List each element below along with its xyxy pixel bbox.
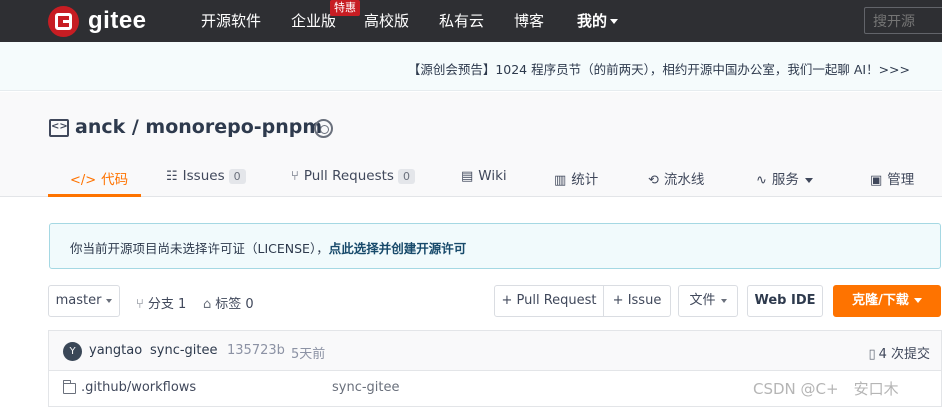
branches-link[interactable]: ⑂ 分支 1 <box>136 293 186 312</box>
folder-icon <box>62 380 76 394</box>
nav-open-source[interactable]: 开源软件 <box>201 10 261 31</box>
certified-badge-icon[interactable] <box>314 119 333 138</box>
project-header: <> anck / monorepo-pnpm </> 代码 ☷ Issues 0 ⑂… <box>0 92 942 197</box>
branch-select[interactable]: master <box>48 285 120 317</box>
tab-manage[interactable]: ▣ 管理 <box>870 162 914 197</box>
latest-commit-bar: Y yangtao sync-gitee 135723b 5天前 ▯ 4 次提交 <box>48 330 942 370</box>
files-dropdown-button[interactable]: 文件 <box>678 285 738 317</box>
tab-pipeline-label: 流水线 <box>663 172 705 188</box>
commit-message[interactable]: sync-gitee <box>150 343 218 358</box>
tab-code-label: 代码 <box>101 172 129 188</box>
top-navbar: gitee 开源软件 企业版 特惠 高校版 私有云 博客 我的 <box>0 0 942 42</box>
bar-chart-icon: ▥ <box>554 173 567 188</box>
commit-count-label: 4 次提交 <box>878 347 930 362</box>
tab-services[interactable]: ∿ 服务 <box>756 162 813 197</box>
nav-university[interactable]: 高校版 <box>364 10 409 31</box>
branch-icon: ⑂ <box>136 297 144 312</box>
files-dropdown-label: 文件 <box>689 293 716 308</box>
tags-link[interactable]: ⌂ 标签 0 <box>203 293 254 312</box>
nav-mine[interactable]: 我的 <box>577 10 619 31</box>
nav-mine-label: 我的 <box>577 12 608 30</box>
book-icon: ▤ <box>461 169 474 184</box>
tab-wiki[interactable]: ▤ Wiki <box>461 162 507 197</box>
announcement-link[interactable]: 【源创会预告】1024 程序员节（的前两天），相约开源中国办公室，我们一起聊 A… <box>408 59 910 78</box>
license-message: 你当前开源项目尚未选择许可证（LICENSE）， <box>70 241 329 256</box>
tab-issues[interactable]: ☷ Issues 0 <box>166 162 246 197</box>
branch-select-label: master <box>55 293 102 308</box>
file-name[interactable]: .github/workflows <box>81 380 196 395</box>
web-ide-button[interactable]: Web IDE <box>747 285 823 317</box>
gitee-logo[interactable]: gitee <box>48 5 147 37</box>
tags-label: 标签 0 <box>215 297 254 312</box>
branches-label: 分支 1 <box>147 297 187 312</box>
tab-wiki-label: Wiki <box>478 168 507 184</box>
clone-download-button[interactable]: 克隆/下载 <box>833 285 941 317</box>
repo-code-icon: <> <box>49 119 69 137</box>
repo-tabs: </> 代码 ☷ Issues 0 ⑂ Pull Requests 0 ▤ Wiki ▥ 统计… <box>48 162 942 197</box>
code-icon: </> <box>70 173 97 188</box>
tag-icon: ⌂ <box>203 297 212 312</box>
pulse-icon: ∿ <box>756 173 767 188</box>
watermark: CSDN @C+ 安口木 <box>753 380 899 398</box>
commit-author[interactable]: yangtao <box>89 343 142 358</box>
tab-statistics[interactable]: ▥ 统计 <box>554 162 598 197</box>
clone-download-label: 克隆/下载 <box>852 293 909 308</box>
pipeline-icon: ⟲ <box>648 173 659 188</box>
issues-count-badge: 0 <box>228 169 246 184</box>
announcement-banner: 【源创会预告】1024 程序员节（的前两天），相约开源中国办公室，我们一起聊 A… <box>0 42 942 91</box>
chevron-down-icon <box>106 298 113 303</box>
commit-hash[interactable]: 135723b <box>227 343 285 358</box>
commit-time: 5天前 <box>291 347 326 362</box>
file-commit-message[interactable]: sync-gitee <box>332 380 400 395</box>
tab-manage-label: 管理 <box>887 172 915 188</box>
pull-requests-count-badge: 0 <box>397 169 415 184</box>
create-license-link[interactable]: 点此选择并创建开源许可 <box>329 241 467 256</box>
commit-count-link[interactable]: ▯ 4 次提交 <box>868 343 930 362</box>
chevron-down-icon <box>610 19 619 24</box>
new-issue-button[interactable]: + Issue <box>603 285 671 317</box>
chevron-down-icon <box>720 298 727 303</box>
search-input[interactable] <box>864 7 942 34</box>
nav-private-cloud[interactable]: 私有云 <box>439 10 484 31</box>
tab-issues-label: Issues <box>182 168 225 184</box>
repo-title[interactable]: anck / monorepo-pnpm <box>75 116 322 138</box>
gitee-logo-icon <box>48 5 79 37</box>
tab-code[interactable]: </> 代码 <box>48 162 141 197</box>
avatar[interactable]: Y <box>63 342 82 361</box>
commits-icon: ▯ <box>868 347 876 362</box>
license-notice: 你当前开源项目尚未选择许可证（LICENSE），点此选择并创建开源许可 <box>49 223 941 269</box>
tab-pull-requests-label: Pull Requests <box>303 168 394 184</box>
tab-services-label: 服务 <box>771 172 799 188</box>
license-notice-text: 你当前开源项目尚未选择许可证（LICENSE），点此选择并创建开源许可 <box>70 238 466 257</box>
enterprise-promo-badge: 特惠 <box>330 0 360 16</box>
tab-statistics-label: 统计 <box>571 172 599 188</box>
gitee-logo-text: gitee <box>88 7 147 34</box>
nav-blog[interactable]: 博客 <box>514 10 544 31</box>
settings-icon: ▣ <box>870 173 883 188</box>
chevron-down-icon <box>913 298 922 303</box>
pull-request-icon: ⑂ <box>291 169 299 184</box>
tab-pull-requests[interactable]: ⑂ Pull Requests 0 <box>291 162 415 197</box>
new-pull-request-button[interactable]: + Pull Request <box>494 285 604 317</box>
chevron-down-icon <box>804 177 813 183</box>
tab-pipeline[interactable]: ⟲ 流水线 <box>648 162 704 197</box>
issues-icon: ☷ <box>166 169 178 184</box>
